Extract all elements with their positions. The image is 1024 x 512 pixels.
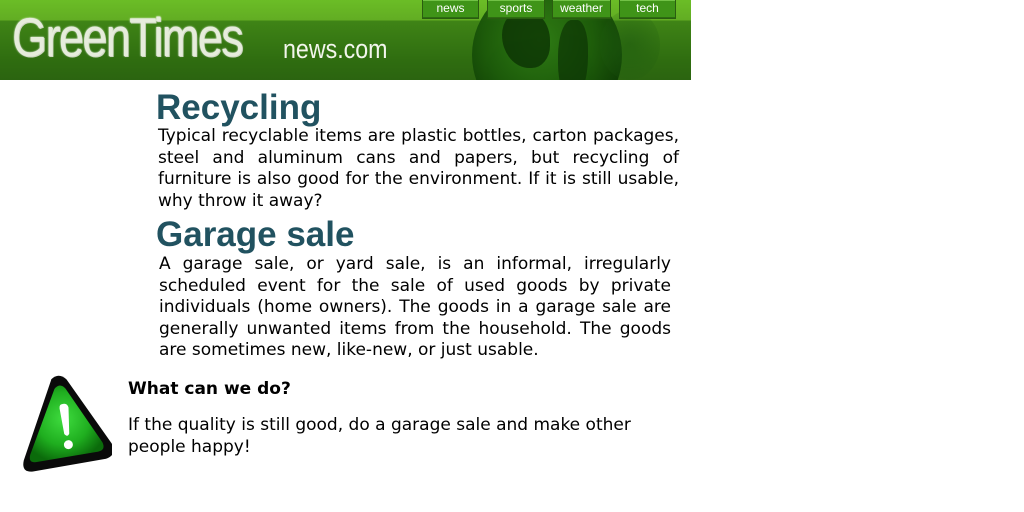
site-logo-sub[interactable]: news.com (283, 33, 388, 65)
section-title-garage-sale: Garage sale (156, 215, 355, 254)
warning-exclamation-icon (23, 375, 112, 472)
section-text-recycling: Typical recyclable items are plastic bot… (158, 126, 679, 211)
section-text-garage-sale: A garage sale, or yard sale, is an infor… (159, 254, 671, 361)
site-header: GreenTimes news.com news sports weather … (0, 0, 691, 80)
nav-sports-button[interactable]: sports (487, 0, 545, 19)
nav-weather-button[interactable]: weather (552, 0, 611, 19)
nav-tech-button[interactable]: tech (619, 0, 676, 19)
nav-news-button[interactable]: news (422, 0, 479, 19)
callout-title: What can we do? (128, 379, 291, 399)
section-title-recycling: Recycling (156, 88, 322, 127)
globe-shadow (600, 10, 660, 80)
site-logo-main[interactable]: GreenTimes (12, 4, 244, 70)
callout-text: If the quality is still good, do a garag… (128, 415, 631, 457)
